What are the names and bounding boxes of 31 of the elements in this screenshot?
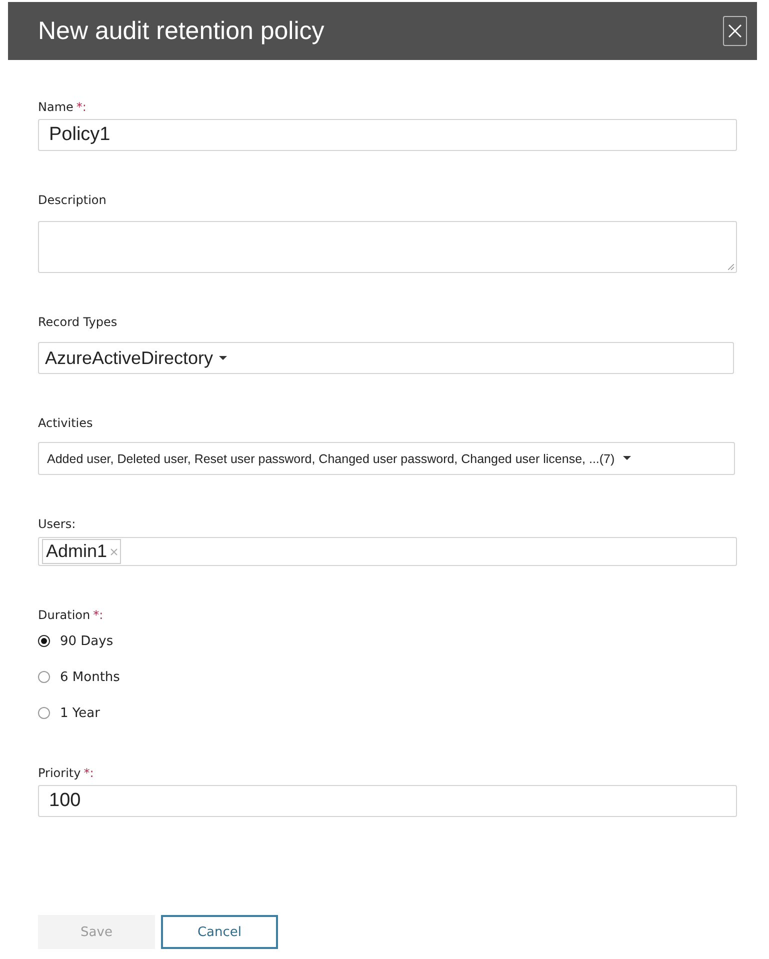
dropdown-field[interactable]: Added user, Deleted user, Reset user password, Changed user password, Changed user license, ...(7) [38, 442, 735, 475]
radio-button[interactable] [38, 671, 50, 683]
radio-button[interactable] [38, 635, 50, 647]
caret-icon [622, 456, 631, 461]
field-label: Duration [38, 608, 90, 622]
required-mark: *: [93, 608, 104, 622]
caret-icon [219, 356, 228, 360]
remove-icon[interactable] [110, 548, 118, 556]
description-field[interactable] [38, 221, 737, 273]
field-label: Record Types [38, 315, 118, 329]
cancel-button[interactable]: Cancel [161, 915, 278, 949]
resize-grip-icon [728, 264, 734, 270]
dropdown-field[interactable]: AzureActiveDirectory [38, 342, 734, 374]
users-field[interactable]: Admin1 [38, 537, 737, 566]
field-label: Name [38, 100, 74, 114]
close-button[interactable] [723, 16, 747, 46]
text-field[interactable]: Policy1 [38, 119, 737, 151]
user-tag-label: Admin1 [46, 541, 108, 562]
radio-label: 6 Months [60, 670, 120, 684]
dialog-title: New audit retention policy [38, 16, 324, 46]
close-icon [727, 23, 743, 39]
radio-button[interactable] [38, 707, 50, 719]
radio-label: 1 Year [60, 706, 100, 720]
field-label: Activities [38, 416, 93, 430]
radio-label: 90 Days [60, 634, 114, 648]
required-mark: *: [76, 100, 86, 114]
field-label: Priority [38, 766, 81, 780]
field-label: Users: [38, 517, 76, 531]
text-field[interactable]: 100 [38, 785, 737, 817]
field-label: Description [38, 193, 106, 207]
required-mark: *: [84, 766, 94, 780]
